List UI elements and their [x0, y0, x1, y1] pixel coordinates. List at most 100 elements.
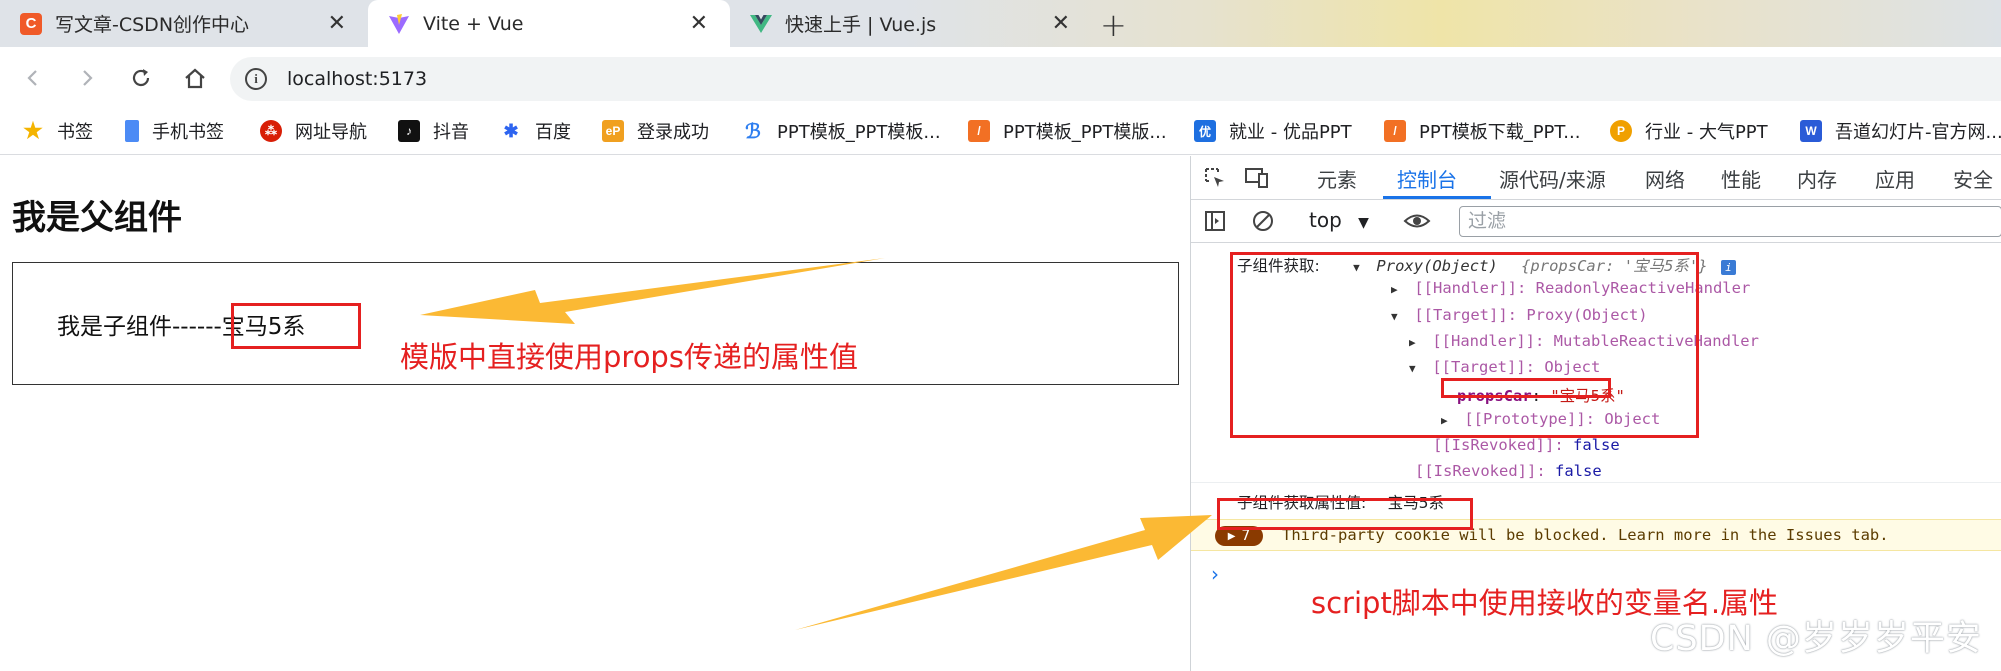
bookmark-item[interactable]: eP 登录成功: [602, 118, 709, 144]
ppt-icon: /: [1384, 120, 1406, 142]
back-arrow-icon: [27, 70, 37, 86]
bookmark-item[interactable]: ⁂ 网址导航: [260, 118, 367, 144]
url-text: localhost:5173: [287, 68, 428, 90]
address-bar[interactable]: i localhost:5173: [230, 57, 2001, 101]
devtools-tab-bar: 元素 控制台 源代码/来源 网络 性能 内存 应用 安全: [1191, 156, 2001, 200]
wudao-icon: W: [1800, 120, 1822, 142]
close-icon[interactable]: ✕: [1052, 11, 1070, 36]
vue-icon: [750, 13, 772, 35]
console-filter-input[interactable]: 过滤: [1459, 206, 2001, 237]
watermark: CSDN @岁岁岁平安: [1650, 619, 1982, 659]
youpin-icon: 优: [1194, 120, 1216, 142]
browser-toolbar: i localhost:5173: [0, 47, 2001, 109]
context-selector[interactable]: top ▼: [1309, 208, 1369, 232]
tab-security[interactable]: 安全: [1953, 164, 1993, 193]
csdn-icon: C: [20, 12, 42, 35]
new-tab-button[interactable]: +: [1100, 6, 1127, 44]
dropdown-arrow-icon: ▼: [1358, 215, 1369, 231]
highlight-box-prop: [1441, 378, 1611, 398]
nav-icon: ⁂: [260, 120, 282, 142]
isrevoked-value: false: [1555, 462, 1602, 480]
browser-tab-strip: C 写文章-CSDN创作中心 ✕ Vite + Vue ✕ 快速上手 | Vue…: [0, 0, 2001, 47]
tab-sources[interactable]: 源代码/来源: [1499, 164, 1606, 193]
tab-title: 快速上手 | Vue.js: [785, 14, 937, 36]
sidebar-toggle-icon[interactable]: [1201, 207, 1229, 235]
tab-elements[interactable]: 元素: [1317, 164, 1357, 193]
vite-icon: [388, 13, 410, 35]
close-icon[interactable]: ✕: [328, 11, 346, 36]
isrevoked-label: [[IsRevoked]]:: [1433, 436, 1564, 454]
bookmark-item[interactable]: / PPT模板_PPT模版...: [968, 118, 1167, 144]
isrevoked-value: false: [1573, 436, 1620, 454]
bookmark-item[interactable]: ℬ PPT模板_PPT模板...: [742, 118, 941, 144]
info-icon[interactable]: i: [1720, 260, 1736, 275]
tab-vuejs[interactable]: 快速上手 | Vue.js ✕: [730, 0, 1092, 47]
clear-console-icon[interactable]: [1249, 207, 1277, 235]
baidu-icon: ✱: [503, 120, 519, 141]
child-prefix: 我是子组件------: [57, 314, 222, 340]
live-expression-eye-icon[interactable]: [1403, 207, 1431, 235]
bookmark-item[interactable]: W 吾道幻灯片-官方网...: [1800, 118, 2001, 144]
inspect-element-icon[interactable]: [1201, 164, 1229, 192]
reload-button[interactable]: [122, 59, 160, 97]
bookmark-label: PPT模板_PPT模版...: [1003, 122, 1167, 143]
bookmark-label: PPT模板_PPT模板...: [777, 122, 941, 143]
tree-row-isrevoked: [[IsRevoked]]: false: [1433, 436, 1620, 454]
douyin-icon: ♪: [398, 120, 420, 142]
bookmark-item[interactable]: / PPT模板下载_PPT...: [1384, 118, 1580, 144]
tab-vite-vue[interactable]: Vite + Vue ✕: [368, 0, 730, 47]
bookmark-label: 抖音: [433, 122, 469, 143]
tab-title: Vite + Vue: [423, 12, 524, 35]
tab-application[interactable]: 应用: [1875, 164, 1915, 193]
ep-icon: eP: [602, 120, 624, 142]
close-icon[interactable]: ✕: [690, 11, 708, 36]
home-button[interactable]: [176, 59, 214, 97]
phone-icon: [125, 120, 139, 142]
collapsed-triangle-icon: ▶: [1227, 530, 1236, 542]
highlight-box-template-value: [231, 303, 361, 349]
filter-placeholder: 过滤: [1468, 210, 1507, 232]
bookmark-label: 行业 - 大气PPT: [1645, 122, 1768, 143]
tab-performance[interactable]: 性能: [1721, 164, 1761, 193]
bookmark-label: 登录成功: [637, 122, 709, 143]
back-button[interactable]: [14, 59, 52, 97]
bookmark-label: PPT模板下载_PPT...: [1419, 122, 1581, 143]
forward-arrow-icon: [83, 70, 93, 86]
devtools-panel: 元素 控制台 源代码/来源 网络 性能 内存 应用 安全 top ▼ 过滤 子组…: [1190, 156, 2001, 671]
active-tab-underline: [1383, 196, 1491, 199]
console-filter-bar: top ▼ 过滤: [1191, 201, 2001, 243]
annotation-template: 模版中直接使用props传递的属性值: [400, 340, 858, 374]
bookmark-label: 吾道幻灯片-官方网...: [1835, 122, 2001, 143]
highlight-box-proxy-tree: [1230, 252, 1699, 438]
ppt-icon: /: [968, 120, 990, 142]
isrevoked-label: [[IsRevoked]]:: [1415, 462, 1546, 480]
home-icon: [185, 68, 205, 89]
bookmark-item[interactable]: ♪ 抖音: [398, 118, 469, 144]
bookmark-item[interactable]: 手机书签: [125, 118, 224, 144]
bookmark-item[interactable]: ★ 书签: [22, 118, 93, 144]
bookmark-label: 手机书签: [152, 122, 224, 143]
console-separator: [1191, 482, 2001, 483]
page-viewport: 我是父组件 我是子组件------宝马5系 模版中直接使用props传递的属性值: [0, 156, 1190, 671]
forward-button[interactable]: [68, 59, 106, 97]
tree-row-isrevoked: [[IsRevoked]]: false: [1415, 462, 1602, 480]
tab-network[interactable]: 网络: [1645, 164, 1685, 193]
site-info-icon[interactable]: i: [245, 68, 267, 90]
warning-count: 7: [1241, 528, 1251, 544]
bookmark-label: 网址导航: [295, 122, 367, 143]
bookmark-label: 书签: [57, 122, 93, 143]
console-prompt-icon[interactable]: ›: [1211, 562, 1219, 586]
tab-memory[interactable]: 内存: [1797, 164, 1837, 193]
reload-icon: [132, 69, 150, 87]
bookmarks-bar: ★ 书签 手机书签 ⁂ 网址导航 ♪ 抖音 ✱ 百度 eP 登录成功 ℬ PPT…: [0, 109, 2001, 155]
bookmark-label: 就业 - 优品PPT: [1229, 122, 1352, 143]
tab-console[interactable]: 控制台: [1397, 164, 1457, 193]
page-title: 我是父组件: [12, 198, 182, 238]
bookmark-label: 百度: [535, 122, 571, 143]
highlight-box-log-value: [1217, 498, 1473, 530]
device-toolbar-icon[interactable]: [1243, 164, 1271, 192]
bookmark-item[interactable]: 优 就业 - 优品PPT: [1194, 118, 1352, 144]
tab-csdn[interactable]: C 写文章-CSDN创作中心 ✕: [0, 0, 368, 47]
bookmark-item[interactable]: ✱ 百度: [500, 118, 571, 144]
bookmark-item[interactable]: P 行业 - 大气PPT: [1610, 118, 1768, 144]
